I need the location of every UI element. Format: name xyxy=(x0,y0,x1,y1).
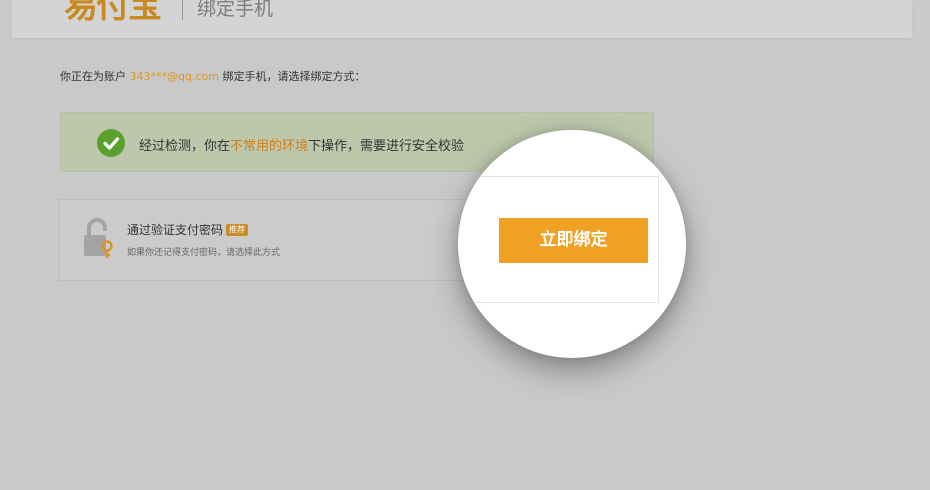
check-mark-icon xyxy=(103,137,120,150)
account-intro: 你正在为账户 343***@qq.com 绑定手机，请选择绑定方式： xyxy=(60,68,365,84)
notice-highlight: 不常用的环境 xyxy=(230,139,309,154)
bind-now-button[interactable]: 立即绑定 xyxy=(499,218,648,263)
option-title: 通过验证支付密码 推荐 xyxy=(127,221,249,238)
intro-prefix: 你正在为账户 xyxy=(60,70,130,83)
card-border-bottom xyxy=(458,302,658,303)
recommend-badge: 推荐 xyxy=(226,224,249,236)
header-bar: 易付宝 绑定手机 xyxy=(12,0,912,38)
lock-key-icon xyxy=(82,217,114,259)
magnifier-lens: 立即绑定 xyxy=(458,130,686,358)
logo: 易付宝 xyxy=(64,0,162,26)
notice-text-before: 经过检测，你在 xyxy=(139,139,231,154)
check-icon xyxy=(97,129,125,157)
card-border-right xyxy=(658,176,659,303)
option-subtitle: 如果你还记得支付密码，请选择此方式 xyxy=(127,248,281,258)
page-title: 绑定手机 xyxy=(197,0,274,20)
card-border-top xyxy=(458,176,658,177)
account-email: 343***@qq.com xyxy=(129,70,219,83)
header-divider xyxy=(182,0,183,20)
intro-suffix: 绑定手机，请选择绑定方式： xyxy=(218,70,366,83)
notice-text: 经过检测，你在不常用的环境下操作，需要进行安全校验 xyxy=(139,135,464,154)
notice-text-after: 下操作，需要进行安全校验 xyxy=(308,139,465,154)
option-title-text: 通过验证支付密码 xyxy=(127,223,224,237)
